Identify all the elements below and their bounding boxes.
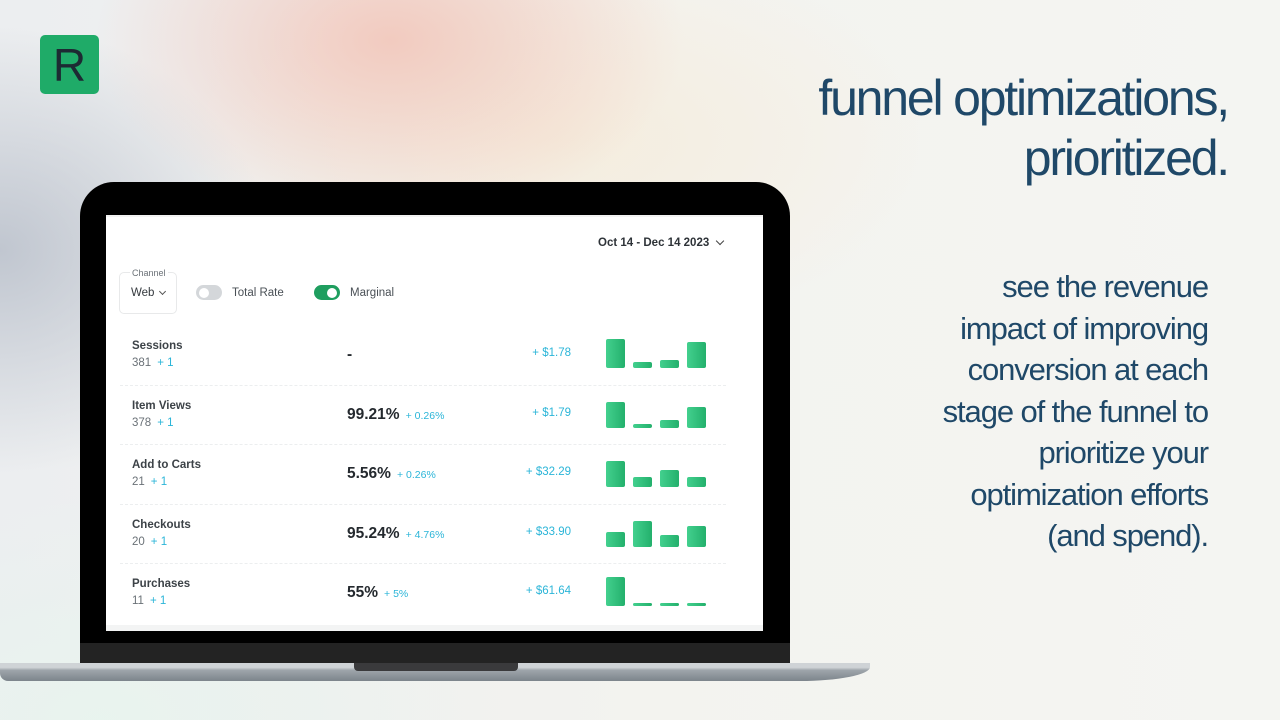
brand-logo: R — [40, 35, 99, 94]
mini-bar-chart — [606, 338, 711, 368]
mini-chart-bar — [606, 577, 625, 606]
headline-line-2: prioritized. — [1023, 130, 1230, 186]
mini-chart-bar — [660, 534, 679, 547]
conversion-rate: 95.24% — [347, 524, 400, 542]
revenue-impact: + $33.90 — [525, 525, 571, 538]
rate-delta: + 0.26% — [396, 469, 436, 481]
mini-chart-bar — [606, 339, 625, 368]
funnel-row[interactable]: Add to Carts 21 + 1 5.56% + 0.26% + $32.29 — [120, 445, 726, 505]
mini-chart-bar — [687, 342, 706, 368]
mini-chart-bar — [660, 603, 679, 606]
rate-delta: + 5% — [384, 588, 409, 600]
toggle-label: Marginal — [350, 286, 395, 299]
rate-delta: + 0.26% — [405, 409, 445, 422]
marketing-headline: funnel optimizations, prioritized. — [708, 68, 1230, 188]
revenue-impact: + $61.64 — [525, 585, 571, 597]
conversion-rate: - — [347, 346, 353, 363]
subcopy-line: see the revenue — [1002, 269, 1209, 304]
mini-bar-chart — [606, 517, 711, 547]
chevron-down-icon — [159, 287, 167, 296]
mini-chart-bar — [606, 531, 625, 547]
headline-line-1: funnel optimizations, — [818, 70, 1230, 126]
stage-name: Item Views — [132, 399, 192, 412]
mini-chart-bar — [687, 603, 706, 606]
count-delta: + 1 — [157, 357, 174, 369]
mini-bar-chart — [606, 576, 711, 606]
count-delta: + 1 — [149, 595, 167, 607]
mini-chart-bar — [633, 520, 652, 547]
channel-value: Web — [131, 287, 155, 299]
mini-chart-bar — [687, 525, 706, 547]
rate-delta: + 4.76% — [405, 528, 445, 541]
funnel-row[interactable]: Sessions 381 + 1 - + $1.78 — [120, 326, 726, 386]
subcopy-line: conversion at each — [967, 352, 1210, 387]
mini-chart-bar — [687, 406, 706, 428]
mini-chart-bar — [633, 477, 652, 487]
mini-chart-bar — [606, 401, 625, 428]
stage-name: Add to Carts — [132, 459, 201, 471]
funnel-row[interactable]: Checkouts 20 + 1 95.24% + 4.76% + $33.90 — [120, 505, 726, 564]
subcopy-line: (and spend). — [1047, 518, 1209, 553]
toggle-switch-off[interactable] — [196, 285, 222, 300]
stage-count: 378 — [132, 416, 152, 429]
mini-bar-chart — [606, 398, 711, 428]
funnel-row[interactable]: Item Views 378 + 1 99.21% + 0.26% + $1.79 — [120, 386, 726, 445]
count-delta: + 1 — [150, 535, 168, 548]
subcopy-line: optimization efforts — [970, 476, 1209, 512]
mini-chart-bar — [687, 477, 706, 487]
subcopy-line: stage of the funnel to — [942, 393, 1209, 429]
conversion-rate: 99.21% — [347, 405, 400, 423]
subcopy-line: prioritize your — [1038, 435, 1209, 470]
stage-count: 11 — [132, 595, 144, 607]
conversion-rate: 5.56% — [347, 465, 391, 482]
channel-select[interactable]: Channel Web — [119, 268, 177, 314]
stage-count: 20 — [132, 535, 145, 548]
funnel-row[interactable]: Purchases 11 + 1 55% + 5% + $61.64 — [120, 564, 726, 624]
mini-bar-chart — [606, 457, 711, 487]
total-rate-toggle[interactable]: Total Rate — [196, 285, 284, 300]
date-range-label: Oct 14 - Dec 14 2023 — [598, 237, 710, 249]
laptop-notch — [354, 663, 518, 671]
subcopy-line: impact of improving — [960, 310, 1209, 346]
mini-chart-bar — [660, 419, 679, 428]
date-range-picker[interactable]: Oct 14 - Dec 14 2023 — [598, 236, 725, 249]
toggle-switch-on[interactable] — [314, 285, 340, 300]
revenue-impact: + $1.78 — [532, 347, 571, 359]
mini-chart-bar — [633, 603, 652, 606]
mini-chart-bar — [633, 423, 652, 428]
mini-chart-bar — [606, 461, 625, 487]
marketing-subcopy: see the revenue impact of improving conv… — [828, 266, 1210, 557]
marginal-toggle[interactable]: Marginal — [314, 285, 394, 300]
conversion-rate: 55% — [347, 584, 379, 601]
mini-chart-bar — [660, 470, 679, 487]
mini-chart-bar — [660, 360, 679, 368]
count-delta: + 1 — [157, 416, 174, 429]
stage-name: Checkouts — [132, 518, 191, 531]
revenue-impact: + $32.29 — [525, 466, 571, 478]
mini-chart-bar — [633, 362, 652, 368]
logo-letter: R — [52, 38, 87, 91]
chevron-down-icon — [716, 236, 725, 246]
funnel-table: Sessions 381 + 1 - + $1.78 Item Views 378… — [120, 326, 726, 624]
screen-footer — [106, 625, 763, 631]
channel-label: Channel — [130, 268, 168, 278]
stage-count: 21 — [132, 476, 145, 488]
stage-name: Purchases — [132, 578, 191, 590]
count-delta: + 1 — [150, 476, 168, 488]
toggle-label: Total Rate — [232, 286, 284, 299]
revenue-impact: + $1.79 — [532, 406, 571, 419]
dashboard-screen: Oct 14 - Dec 14 2023 Channel Web Total R… — [106, 215, 763, 631]
stage-count: 381 — [132, 357, 152, 369]
stage-name: Sessions — [132, 340, 183, 352]
